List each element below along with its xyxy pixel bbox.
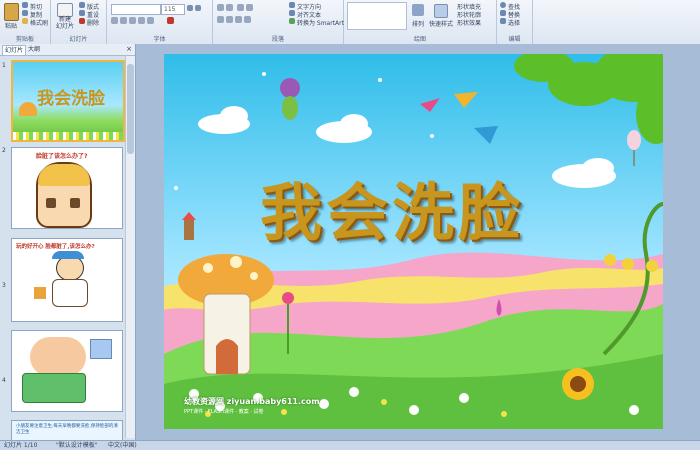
sunflower-image (562, 368, 594, 400)
grow-font-icon[interactable] (187, 5, 193, 11)
select-icon[interactable] (500, 18, 506, 24)
font-group: 115 字体 (107, 0, 213, 44)
drawing-group-label: 绘图 (413, 36, 426, 43)
cut-icon[interactable] (22, 2, 28, 8)
decrease-indent-icon[interactable] (237, 4, 244, 11)
tab-outline[interactable]: 大纲 (26, 45, 42, 54)
smartart-icon[interactable] (289, 18, 295, 24)
ribbon: 粘贴 剪切 复制 格式刷 剪贴板 新建 幻灯片 版式 重设 删除 幻灯片 115… (0, 0, 700, 45)
paint-bucket-image (34, 287, 46, 299)
quick-styles-icon[interactable] (434, 4, 448, 18)
slide-editing-area: 我会洗脸 幼教资源网 ziyuan.baby611.com PPT课件 · FL… (136, 44, 700, 440)
paragraph-group-label: 段落 (271, 36, 284, 43)
smartart-button[interactable]: 转换为 SmartArt (297, 18, 344, 27)
slide-thumbnail-2[interactable]: 脸脏了该怎么办了? (11, 147, 123, 229)
new-slide-button[interactable]: 新建 幻灯片 (52, 16, 78, 30)
drawing-group: 排列 快速样式 形状填充 形状轮廓 形状效果 绘图 (344, 0, 497, 44)
girl-face-image (36, 162, 92, 228)
align-left-icon[interactable] (217, 16, 224, 23)
text-direction-icon[interactable] (289, 2, 295, 8)
shrink-font-icon[interactable] (195, 5, 201, 11)
slide-thumbnail-1[interactable]: 我会洗脸 (11, 60, 125, 142)
font-group-label: 字体 (153, 36, 166, 43)
font-size-value: 115 (164, 6, 176, 13)
arrange-button[interactable]: 排列 (408, 19, 428, 28)
paste-button[interactable]: 粘贴 (1, 21, 21, 30)
main-slide[interactable]: 我会洗脸 幼教资源网 ziyuan.baby611.com PPT课件 · FL… (164, 54, 663, 429)
align-center-icon[interactable] (226, 16, 233, 23)
shape-effects-button[interactable]: 形状效果 (457, 18, 481, 27)
format-painter-button[interactable]: 格式刷 (30, 18, 48, 27)
quick-styles-button[interactable]: 快速样式 (428, 19, 454, 28)
increase-indent-icon[interactable] (246, 4, 253, 11)
select-button[interactable]: 选择 (508, 18, 520, 27)
new-slide-icon[interactable] (57, 3, 73, 17)
editing-group: 查找 替换 选择 编辑 (497, 0, 533, 44)
shapes-gallery[interactable] (347, 2, 407, 30)
slides-group: 新建 幻灯片 版式 重设 删除 幻灯片 (51, 0, 107, 44)
font-color-icon[interactable] (167, 17, 174, 24)
align-right-icon[interactable] (235, 16, 242, 23)
boy-hat-image (52, 251, 84, 259)
sink-image (22, 373, 86, 403)
find-icon[interactable] (500, 2, 506, 8)
numbering-icon[interactable] (226, 4, 233, 11)
underline-icon[interactable] (129, 17, 136, 24)
align-text-icon[interactable] (289, 10, 295, 16)
editing-group-label: 编辑 (508, 36, 521, 43)
thumb-number: 1 (2, 62, 6, 69)
shadow-icon[interactable] (147, 17, 154, 24)
font-name-select[interactable] (111, 4, 161, 15)
close-panel-icon[interactable]: × (126, 45, 132, 53)
scrollbar-thumb[interactable] (127, 64, 134, 154)
slide-title[interactable]: 我会洗脸 (260, 162, 524, 252)
italic-icon[interactable] (120, 17, 127, 24)
clipboard-group-label: 剪贴板 (15, 36, 34, 43)
thumb-number: 3 (2, 282, 6, 289)
slide-thumbnail-5[interactable]: 小朋友要注意卫生,每天早晚都要洗脸,保持脸部的清洁卫生 (11, 420, 123, 442)
panel-scrollbar[interactable] (125, 56, 135, 438)
towel-image (90, 339, 112, 359)
thumb-title: 我会洗脸 (37, 89, 105, 109)
format-painter-icon[interactable] (22, 18, 28, 24)
thumb-caption: 玩的好开心 脸都脏了,该怎么办? (16, 244, 95, 250)
thumb-number: 2 (2, 147, 6, 154)
thumb-caption: 脸脏了该怎么办了? (36, 153, 88, 160)
bold-icon[interactable] (111, 17, 118, 24)
mushroom-house-image (19, 102, 37, 116)
girl-washing-image (30, 337, 86, 377)
replace-icon[interactable] (500, 10, 506, 16)
justify-icon[interactable] (244, 16, 251, 23)
delete-icon[interactable] (79, 18, 85, 24)
paragraph-group: 文字方向 对齐文本 转换为 SmartArt 段落 (213, 0, 344, 44)
tab-slides[interactable]: 幻灯片 (2, 45, 27, 55)
arrange-icon[interactable] (412, 4, 424, 16)
flowers-image (13, 132, 123, 140)
slide-panel: 幻灯片 大纲 × 1 我会洗脸 2 脸脏了该怎么办了? 3 玩的好开心 脸都脏了… (0, 44, 136, 442)
panel-tabs: 幻灯片 大纲 × (0, 44, 135, 56)
clipboard-group: 粘贴 剪切 复制 格式刷 剪贴板 (0, 0, 51, 44)
slide-thumbnail-3[interactable]: 玩的好开心 脸都脏了,该怎么办? (11, 238, 123, 322)
layout-icon[interactable] (79, 2, 85, 8)
delete-button[interactable]: 删除 (87, 18, 99, 27)
paste-icon[interactable] (4, 3, 19, 21)
thumb-number: 4 (2, 377, 6, 384)
watermark-text: 幼教资源网 ziyuan.baby611.com (184, 397, 320, 406)
slide-thumbnail-4[interactable] (11, 330, 123, 412)
font-size-select[interactable]: 115 (161, 4, 185, 15)
watermark-subtext: PPT课件 · FLASH课件 · 教案 · 试卷 (184, 409, 264, 415)
reset-icon[interactable] (79, 10, 85, 16)
thumb-caption: 小朋友要注意卫生,每天早晚都要洗脸,保持脸部的清洁卫生 (16, 424, 118, 435)
strikethrough-icon[interactable] (138, 17, 145, 24)
copy-icon[interactable] (22, 10, 28, 16)
bullets-icon[interactable] (217, 4, 224, 11)
slides-group-label: 幻灯片 (69, 36, 88, 43)
boy-body-image (52, 279, 88, 307)
